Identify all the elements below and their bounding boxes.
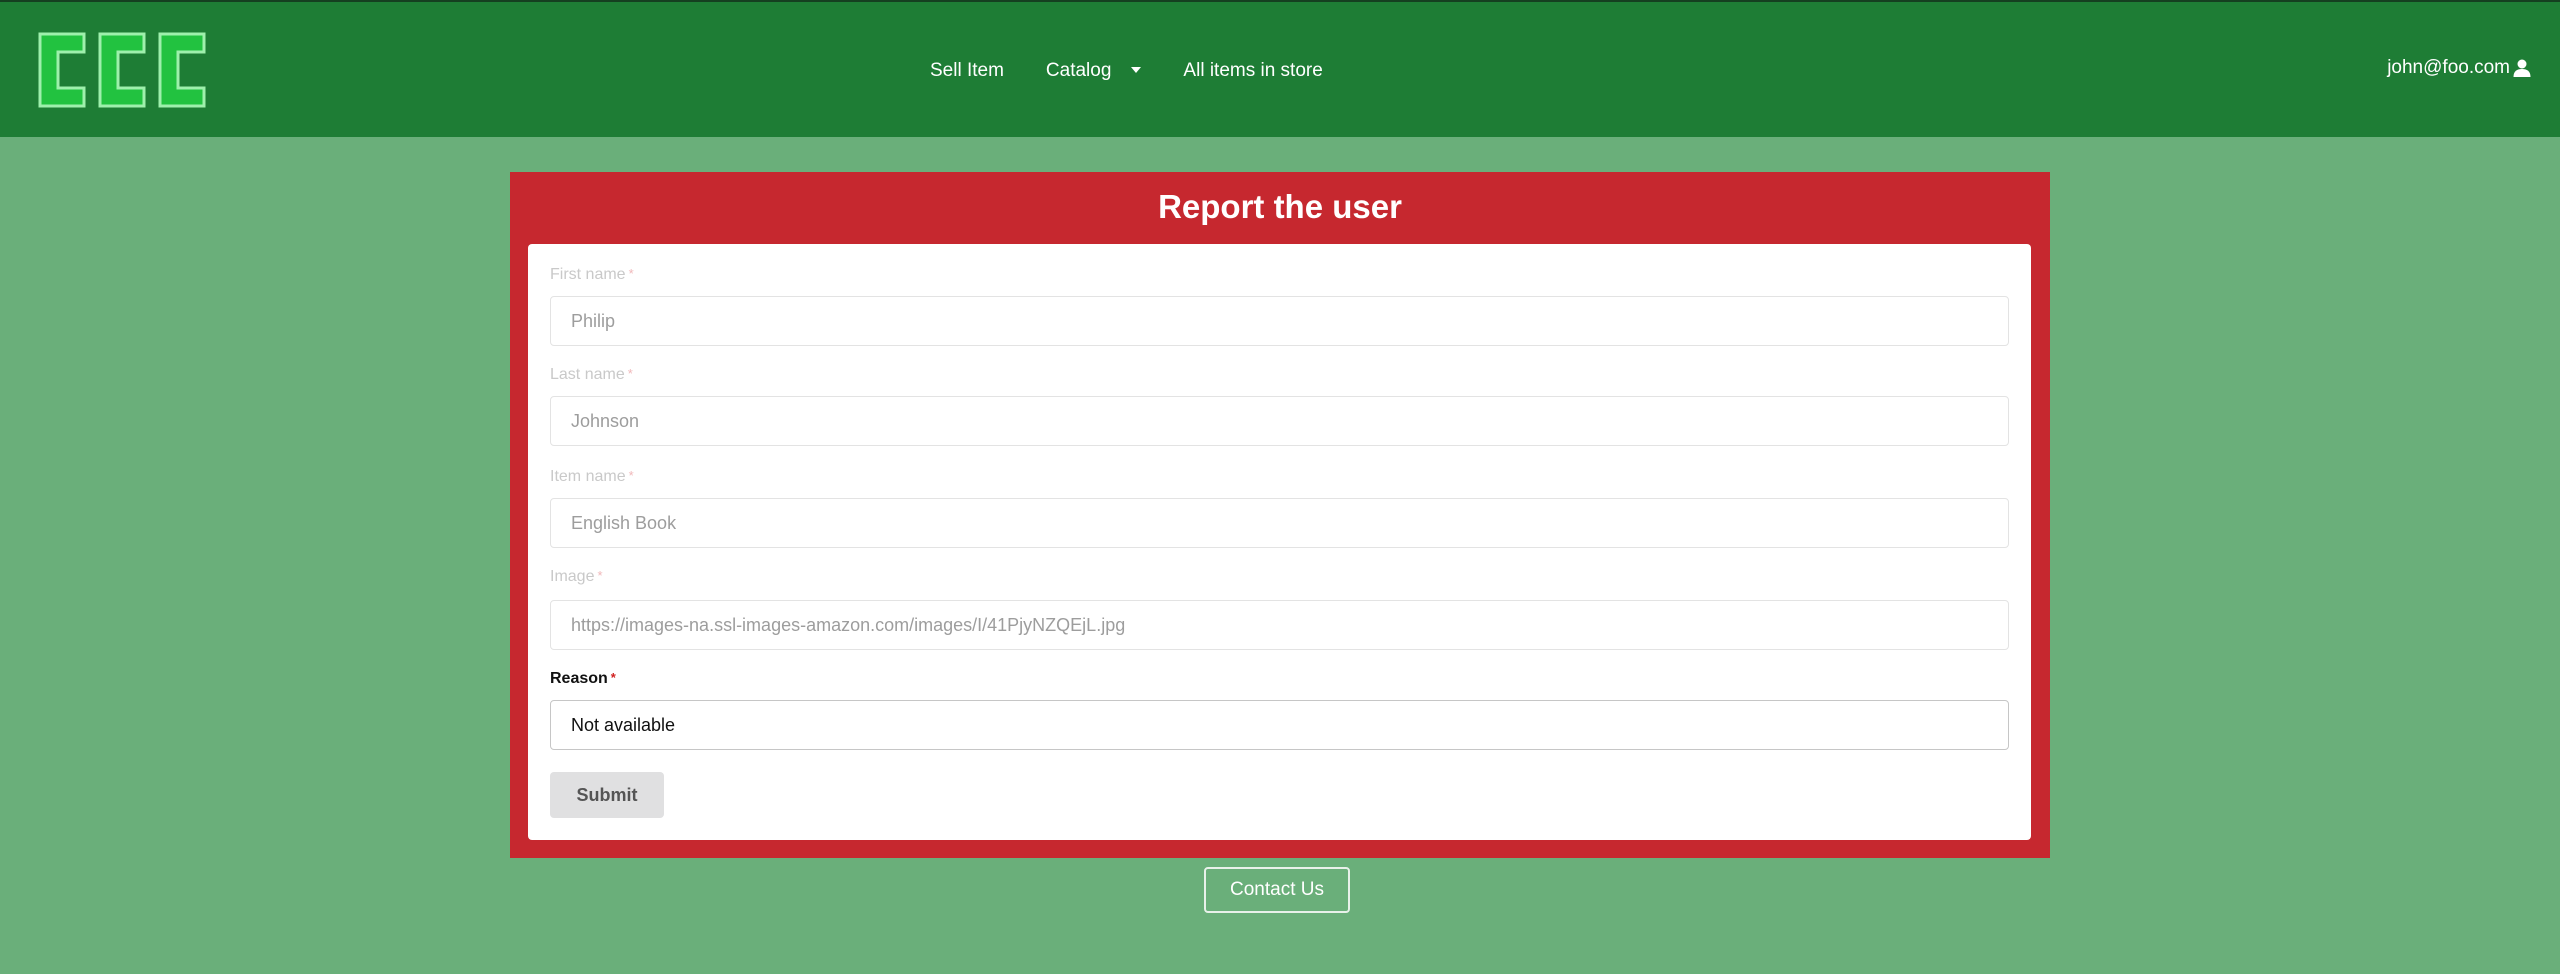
- item-name-label-text: Item name: [550, 468, 626, 485]
- image-url-field[interactable]: https://images-na.ssl-images-amazon.com/…: [550, 600, 2009, 650]
- first-name-label: First name *: [550, 266, 634, 284]
- first-name-field[interactable]: Philip: [550, 296, 2009, 346]
- required-marker: *: [627, 366, 633, 381]
- page-title: Report the user: [1158, 188, 1402, 225]
- image-label-text: Image: [550, 568, 595, 585]
- submit-button[interactable]: Submit: [550, 772, 664, 818]
- last-name-label: Last name *: [550, 366, 633, 384]
- top-navbar: Sell Item Catalog All items in store joh…: [0, 0, 2560, 137]
- reason-field[interactable]: Not available: [550, 700, 2009, 750]
- logo-letter-1: [38, 32, 86, 108]
- report-form: First name * Philip Last name * Johnson It…: [528, 244, 2031, 840]
- last-name-label-text: Last name: [550, 366, 625, 383]
- last-name-field[interactable]: Johnson: [550, 396, 2009, 446]
- user-menu[interactable]: john@foo.com: [2387, 57, 2532, 79]
- nav-catalog-label: Catalog: [1045, 59, 1112, 81]
- brand-logo[interactable]: [34, 30, 212, 110]
- item-name-label: Item name *: [550, 468, 634, 486]
- logo-letter-2: [98, 32, 146, 108]
- chevron-down-icon: [1131, 66, 1142, 73]
- nav-catalog-dropdown[interactable]: Catalog: [1046, 60, 1142, 82]
- logo-letter-3: [158, 32, 206, 108]
- main-nav: Sell Item Catalog All items in store: [930, 2, 1365, 139]
- user-email: john@foo.com: [2387, 57, 2510, 78]
- required-marker: *: [628, 468, 634, 483]
- contact-us-button[interactable]: Contact Us: [1204, 867, 1350, 913]
- reason-label: Reason *: [550, 670, 616, 688]
- nav-sell-item[interactable]: Sell Item: [930, 60, 1004, 82]
- required-marker: *: [610, 670, 616, 685]
- required-marker: *: [597, 568, 603, 583]
- report-user-card: Report the user First name * Philip Last …: [510, 172, 2050, 858]
- required-marker: *: [628, 266, 634, 281]
- first-name-label-text: First name: [550, 266, 626, 283]
- nav-all-items[interactable]: All items in store: [1183, 60, 1322, 82]
- item-name-field[interactable]: English Book: [550, 498, 2009, 548]
- user-icon: [2513, 59, 2531, 77]
- image-label: Image *: [550, 568, 603, 586]
- reason-label-text: Reason: [550, 670, 608, 687]
